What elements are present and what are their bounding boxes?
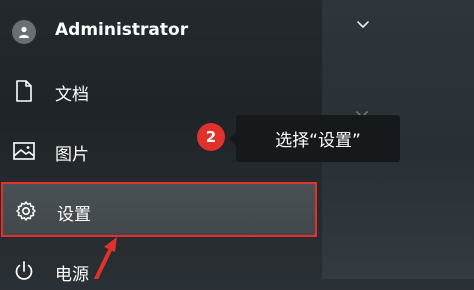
user-avatar <box>11 19 37 45</box>
pictures-icon <box>13 142 35 160</box>
annotation-tooltip: 选择“设置” <box>229 115 400 162</box>
power-button[interactable]: 电源 <box>0 250 322 290</box>
gear-icon <box>16 201 36 221</box>
documents-button[interactable]: 文档 <box>0 70 322 110</box>
document-icon <box>16 80 32 102</box>
documents-label: 文档 <box>55 85 89 105</box>
tooltip-pointer <box>229 132 236 146</box>
settings-label: 设置 <box>57 205 91 225</box>
step-badge: 2 <box>197 123 225 151</box>
user-icon <box>19 26 29 38</box>
pictures-label: 图片 <box>55 145 89 165</box>
annotation-text: 选择“设置” <box>275 131 361 151</box>
user-account-button[interactable]: Administrator <box>0 11 322 51</box>
user-name: Administrator <box>55 20 189 40</box>
pointer-arrow-icon <box>94 237 117 279</box>
settings-button[interactable]: 设置 <box>1 182 317 237</box>
chevron-down-icon[interactable] <box>356 20 370 30</box>
